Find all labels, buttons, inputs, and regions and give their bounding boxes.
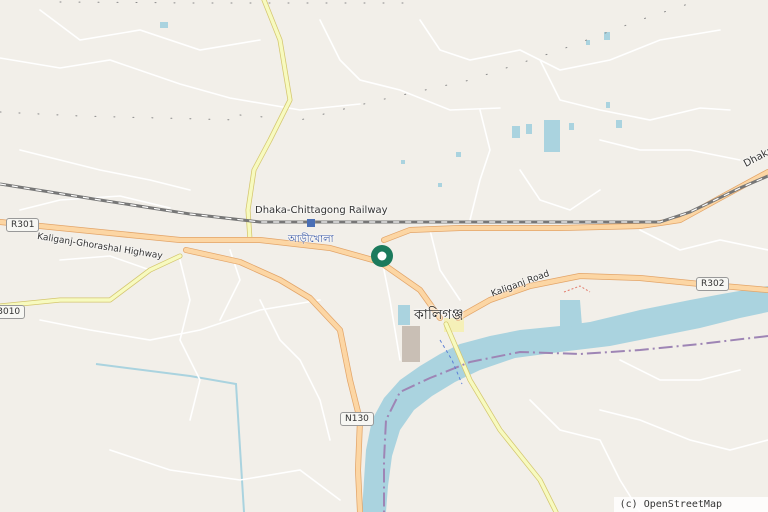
- footpath: [563, 285, 591, 293]
- shield-r302: R302: [696, 277, 730, 291]
- location-marker[interactable]: [371, 245, 393, 267]
- station-icon[interactable]: [307, 219, 315, 227]
- shield-r3010: R3010: [0, 305, 26, 319]
- map-viewport[interactable]: Dhaka-Chittagong Railway Kaliganj-Ghoras…: [0, 0, 768, 512]
- track-top: [59, 1, 421, 4]
- secondary-roads: [0, 0, 559, 512]
- track-west: [0, 111, 241, 121]
- attribution[interactable]: (c) OpenStreetMap: [613, 497, 768, 512]
- map-canvas[interactable]: [0, 0, 768, 512]
- station-label[interactable]: আড়ীখোলা: [288, 232, 334, 249]
- town-label[interactable]: কালিগঞ্জ: [414, 303, 463, 327]
- river-inlet: [560, 300, 582, 328]
- industrial-area: [402, 326, 420, 362]
- shield-r301: R301: [6, 218, 40, 232]
- railway-label: Dhaka-Chittagong Railway: [255, 205, 388, 216]
- canal: [95, 363, 245, 512]
- shield-n130: N130: [340, 412, 374, 426]
